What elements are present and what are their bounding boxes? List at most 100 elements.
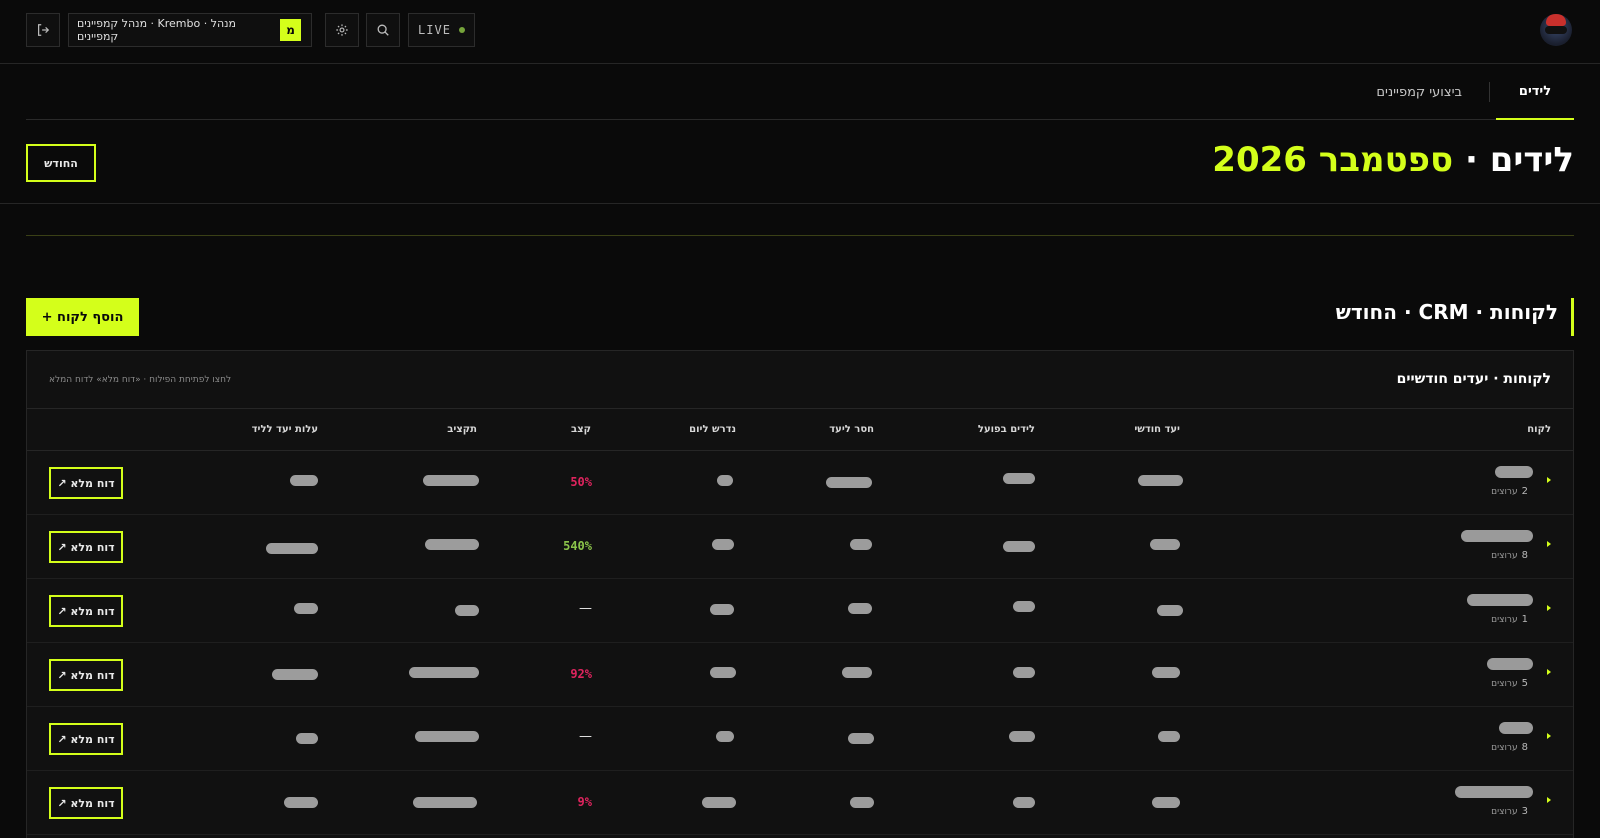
workspace-badge: מ [280,19,301,41]
missing-redacted [850,539,872,550]
pace-value: — [579,601,592,616]
top-bar: מנהל קמפיינים · Krembo · מנהל קמפיינים מ… [0,0,1600,64]
missing-redacted [842,667,872,678]
table-row[interactable]: 5ערוצים 92% דוח מלא ↗ [27,643,1573,707]
settings-gear-icon [336,24,348,36]
budget-redacted [415,731,479,742]
monthly-target-redacted [1152,797,1180,808]
search-icon [377,24,389,36]
col-missing-to-target: חסר ליעד [829,424,874,435]
full-report-button[interactable]: דוח מלא ↗ [49,659,123,691]
full-report-button[interactable]: דוח מלא ↗ [49,531,123,563]
actual-leads-redacted [1013,667,1035,678]
monthly-target-redacted [1157,605,1183,616]
client-name-redacted [1467,594,1533,606]
monthly-target-redacted [1152,667,1180,678]
cpl-redacted [294,603,318,614]
actual-leads-redacted [1009,731,1035,742]
missing-redacted [848,733,874,744]
avatar-mask [1545,26,1567,34]
full-report-button[interactable]: דוח מלא ↗ [49,723,123,755]
required-redacted [710,667,736,678]
missing-redacted [826,477,872,488]
col-client: לקוח [1527,424,1551,435]
client-name-redacted [1487,658,1533,670]
pace-value: 92% [570,667,592,681]
live-dot-icon [458,27,465,33]
card-hint: לחצו לפתיחת הפילוח · «דוח מלא» לדוח המלא [49,375,232,385]
client-channels: 3ערוצים [1491,806,1528,817]
table-row[interactable]: 8ערוצים 540% דוח מלא ↗ [27,515,1573,579]
expand-caret-icon[interactable] [1547,797,1551,803]
monthly-target-redacted [1150,539,1180,550]
logout-button[interactable] [26,13,60,47]
page-title: לידים · ספטמבר 2026 [1212,140,1574,180]
cpl-redacted [272,669,318,680]
live-label: LIVE [418,23,451,37]
required-redacted [702,797,736,808]
required-redacted [717,475,733,486]
monthly-target-redacted [1138,475,1183,486]
required-redacted [710,604,734,615]
monthly-target-redacted [1158,731,1180,742]
client-channels: 8ערוצים [1491,550,1528,561]
cpl-redacted [284,797,318,808]
cpl-redacted [266,543,318,554]
page-title-month: ספטמבר 2026 [1212,140,1454,180]
logout-icon [38,24,50,36]
pace-value: 50% [570,475,592,489]
add-client-button[interactable]: + הוסף לקוח [26,298,139,336]
pace-value: 9% [577,795,592,809]
budget-redacted [423,475,479,486]
expand-caret-icon[interactable] [1547,605,1551,611]
missing-redacted [848,603,872,614]
actual-leads-redacted [1013,797,1035,808]
tab-separator [1489,82,1490,102]
actual-leads-redacted [1003,473,1035,484]
col-pace: קצב [571,424,591,435]
expand-caret-icon[interactable] [1547,733,1551,739]
col-required-per-day: נדרש ליום [689,424,736,435]
table-row[interactable]: 8ערוצים — דוח מלא ↗ [27,707,1573,771]
client-channels: 8ערוצים [1491,742,1528,753]
expand-caret-icon[interactable] [1547,669,1551,675]
table-row[interactable]: 3ערוצים 9% דוח מלא ↗ [27,771,1573,835]
table-header: לקוח יעד חודשי לידים בפועל חסר ליעד נדרש… [27,409,1573,451]
table-row[interactable]: 2ערוצים 50% דוח מלא ↗ [27,451,1573,515]
col-target-cost-per-lead: עלות יעד לליד [251,424,318,435]
cpl-redacted [296,733,318,744]
settings-button[interactable] [325,13,359,47]
full-report-button[interactable]: דוח מלא ↗ [49,595,123,627]
actual-leads-redacted [1003,541,1035,552]
client-channels: 2ערוצים [1491,486,1528,497]
tab-leads[interactable]: לידים [1496,64,1574,120]
required-redacted [712,539,734,550]
section-title: לקוחות · CRM · החודש [1335,300,1558,324]
full-report-button[interactable]: דוח מלא ↗ [49,787,123,819]
full-report-button[interactable]: דוח מלא ↗ [49,467,123,499]
this-month-button[interactable]: החודש [26,144,96,182]
workspace-switcher[interactable]: מנהל קמפיינים · Krembo · מנהל קמפיינים מ [68,13,312,47]
col-actual-leads: לידים בפועל [977,424,1035,435]
client-name-redacted [1455,786,1533,798]
section-divider [26,235,1574,236]
user-avatar[interactable] [1540,14,1572,46]
col-monthly-target: יעד חודשי [1134,424,1180,435]
client-name-redacted [1495,466,1533,478]
missing-redacted [850,797,874,808]
tab-campaign-performance[interactable]: ביצועי קמפיינים [1376,64,1462,120]
search-button[interactable] [366,13,400,47]
card-header: לקוחות · יעדים חודשיים לחצו לפתיחת הפילו… [27,351,1573,409]
avatar-hair [1546,14,1566,26]
client-name-redacted [1461,530,1533,542]
expand-caret-icon[interactable] [1547,541,1551,547]
cpl-redacted [290,475,318,486]
budget-redacted [409,667,479,678]
live-indicator: LIVE [408,13,475,47]
actual-leads-redacted [1013,601,1035,612]
table-row[interactable]: 1ערוצים — דוח מלא ↗ [27,579,1573,643]
client-name-redacted [1499,722,1533,734]
expand-caret-icon[interactable] [1547,477,1551,483]
workspace-label: מנהל קמפיינים · Krembo · מנהל קמפיינים [77,17,237,43]
section-accent-bar [1571,298,1574,336]
